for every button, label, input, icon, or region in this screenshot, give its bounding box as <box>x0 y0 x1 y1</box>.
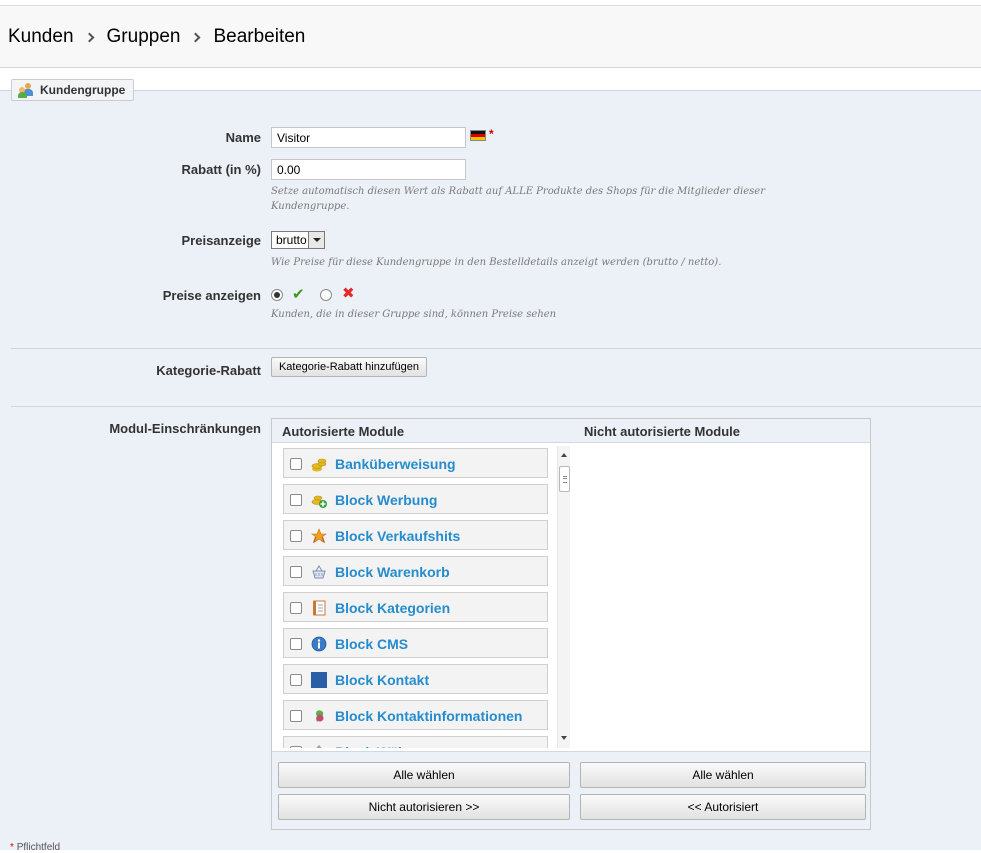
contact-info-icon <box>311 708 327 724</box>
breadcrumb: Kunden Gruppen Bearbeiten <box>8 26 305 48</box>
price-display-hint: Wie Preise für diese Kundengruppe in den… <box>271 257 722 268</box>
coins-icon <box>311 456 327 472</box>
price-display-label: Preisanzeige <box>181 233 262 248</box>
module-restrictions-box: Autorisierte Module Nicht autorisierte M… <box>271 418 871 830</box>
scroll-down-arrow-icon[interactable] <box>561 736 567 740</box>
module-name[interactable]: Block Kontakt <box>335 672 429 688</box>
basket-icon <box>311 564 327 580</box>
module-item[interactable]: Banküberweisung <box>283 448 548 478</box>
module-checkbox[interactable] <box>290 674 302 686</box>
chevron-right-icon <box>191 32 201 42</box>
discount-label: Rabatt (in %) <box>181 162 261 177</box>
name-label: Name <box>225 130 261 145</box>
contact-square-icon <box>311 672 327 688</box>
show-prices-hint: Kunden, die in dieser Gruppe sind, könne… <box>271 309 557 320</box>
module-checkbox[interactable] <box>290 638 302 650</box>
module-item[interactable]: Block Warenkorb <box>283 556 548 586</box>
authorize-button[interactable]: << Autorisiert <box>580 794 866 820</box>
scroll-thumb[interactable] <box>559 466 570 492</box>
module-restrictions-label: Modul-Einschränkungen <box>109 421 261 436</box>
unauthorized-modules-header: Nicht autorisierte Module <box>584 424 741 439</box>
module-checkbox[interactable] <box>290 458 302 470</box>
module-checkbox[interactable] <box>290 494 302 506</box>
name-input[interactable] <box>271 127 466 148</box>
module-checkbox[interactable] <box>290 710 302 722</box>
divider <box>11 348 981 349</box>
module-name[interactable]: Block Werbung <box>335 492 437 508</box>
module-item[interactable]: Block CMS <box>283 628 548 658</box>
module-item[interactable]: Block Verkaufshits <box>283 520 548 550</box>
module-item[interactable]: Block Kontaktinformationen <box>283 700 548 730</box>
information-icon <box>311 636 327 652</box>
german-flag-icon[interactable] <box>470 130 486 141</box>
price-display-selected: brutto <box>276 233 307 247</box>
fieldset-legend: Kundengruppe <box>11 79 135 101</box>
modules-scrollbar[interactable] <box>557 446 570 748</box>
authorized-modules-list[interactable]: Banküberweisung Block Werbung Block Verkau… <box>282 446 550 748</box>
module-item[interactable]: Block Werbung <box>283 484 548 514</box>
breadcrumb-groups[interactable]: Gruppen <box>107 26 181 48</box>
module-name[interactable]: Banküberweisung <box>335 456 456 472</box>
breadcrumb-edit: Bearbeiten <box>213 26 306 47</box>
module-item[interactable]: Block Kategorien <box>283 592 548 622</box>
breadcrumb-customers[interactable]: Kunden <box>8 26 74 48</box>
module-name[interactable]: Block Kategorien <box>335 600 450 616</box>
currency-icon <box>311 744 327 748</box>
show-prices-label: Preise anzeigen <box>162 288 261 303</box>
divider <box>11 406 981 407</box>
add-category-discount-button[interactable]: Kategorie-Rabatt hinzufügen <box>271 357 427 377</box>
discount-hint: Setze automatisch diesen Wert als Rabatt… <box>271 186 765 212</box>
authorized-modules-header: Autorisierte Module <box>282 424 405 439</box>
module-table-header: Autorisierte Module Nicht autorisierte M… <box>272 419 870 443</box>
select-all-authorized-button[interactable]: Alle wählen <box>278 762 570 788</box>
module-name[interactable]: Block Kontaktinformationen <box>335 708 522 724</box>
module-checkbox[interactable] <box>290 530 302 542</box>
award-star-icon <box>311 528 327 544</box>
unauthorize-button[interactable]: Nicht autorisieren >> <box>278 794 570 820</box>
category-discount-label: Kategorie-Rabatt <box>156 363 261 378</box>
module-name[interactable]: Block Verkaufshits <box>335 528 460 544</box>
legend-title: Kundengruppe <box>40 83 126 97</box>
chevron-right-icon <box>84 32 94 42</box>
show-prices-yes-radio[interactable] <box>271 289 283 301</box>
dropdown-arrow-icon[interactable] <box>308 232 324 248</box>
module-name[interactable]: Block CMS <box>335 636 408 652</box>
module-checkbox[interactable] <box>290 566 302 578</box>
customer-group-icon <box>18 82 34 98</box>
select-all-unauthorized-button[interactable]: Alle wählen <box>580 762 866 788</box>
price-display-select[interactable]: brutto <box>271 231 325 249</box>
show-prices-no-radio[interactable] <box>320 289 332 301</box>
module-item[interactable]: Block Kontakt <box>283 664 548 694</box>
module-checkbox[interactable] <box>290 602 302 614</box>
discount-input[interactable] <box>271 159 466 180</box>
module-name[interactable]: Block Warenkorb <box>335 564 450 580</box>
page-header: Kunden Gruppen Bearbeiten <box>0 6 981 68</box>
module-actions: Alle wählen Alle wählen Nicht autorisier… <box>272 751 870 829</box>
checkmark-icon: ✔ <box>292 286 305 303</box>
coins-add-icon <box>311 492 327 508</box>
module-checkbox[interactable] <box>290 746 302 748</box>
module-item[interactable]: Block Währung <box>283 736 548 748</box>
required-marker: * <box>489 127 494 141</box>
cross-icon: ✖ <box>342 285 355 302</box>
module-name[interactable]: Block Währung <box>335 744 438 748</box>
book-open-icon <box>311 600 327 616</box>
required-field-note: * Pflichtfeld <box>10 842 61 853</box>
scroll-up-arrow-icon[interactable] <box>561 453 567 457</box>
